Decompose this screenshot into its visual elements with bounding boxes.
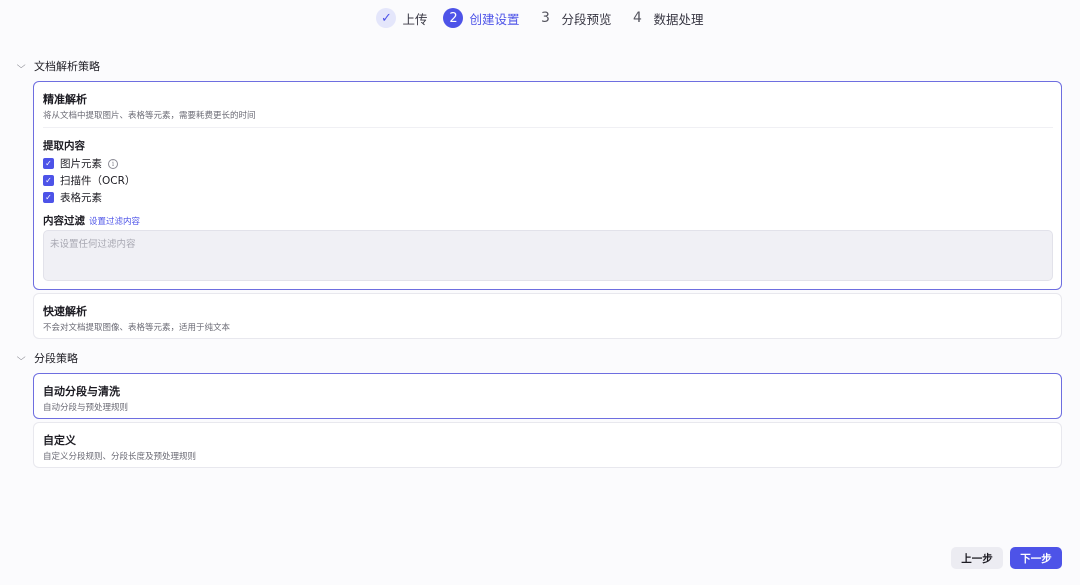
segment-section-header[interactable]: ⌵ 分段策略	[16, 350, 78, 366]
step-create-settings[interactable]: 2 创建设置	[443, 8, 520, 28]
step-label: 创建设置	[469, 11, 520, 27]
step-label: 数据处理	[653, 11, 704, 27]
option-description: 不会对文档提取图像、表格等元素，适用于纯文本	[43, 323, 231, 333]
parse-section-header[interactable]: ⌵ 文档解析策略	[16, 58, 100, 74]
section-title: 文档解析策略	[34, 60, 100, 73]
option-description: 自动分段与预处理规则	[43, 403, 129, 413]
option-description: 自定义分段规则、分段长度及预处理规则	[43, 452, 197, 462]
chevron-down-icon: ⌵	[16, 61, 26, 71]
custom-segment-option[interactable]: 自定义 自定义分段规则、分段长度及预处理规则	[33, 422, 1062, 468]
section-title: 分段策略	[34, 352, 78, 365]
step-segment-preview[interactable]: 3 分段预览	[536, 8, 612, 28]
content-filter-box[interactable]: 未设置任何过滤内容	[43, 230, 1053, 281]
fast-parse-option[interactable]: 快速解析 不会对文档提取图像、表格等元素，适用于纯文本	[33, 293, 1062, 339]
checkbox-label: 扫描件（OCR）	[60, 175, 136, 187]
extract-content-title: 提取内容	[43, 140, 85, 152]
checkbox-checked-icon[interactable]: ✓	[43, 175, 54, 186]
step-number: 2	[443, 8, 464, 28]
option-title: 自定义	[43, 434, 76, 447]
info-icon[interactable]: i	[108, 158, 118, 169]
auto-segment-option[interactable]: 自动分段与清洗 自动分段与预处理规则	[33, 373, 1062, 419]
step-data-processing[interactable]: 4 数据处理	[628, 8, 704, 28]
check-icon: ✓	[376, 8, 397, 28]
option-description: 将从文档中提取图片、表格等元素，需要耗费更长的时间	[43, 111, 256, 121]
checkbox-checked-icon[interactable]: ✓	[43, 192, 54, 203]
chevron-down-icon: ⌵	[16, 353, 26, 363]
checkbox-table-elements[interactable]: ✓ 表格元素	[43, 190, 102, 205]
checkbox-checked-icon[interactable]: ✓	[43, 158, 54, 169]
set-filter-link[interactable]: 设置过滤内容	[89, 215, 140, 227]
step-number: 3	[541, 10, 550, 26]
checkbox-label: 图片元素	[60, 158, 102, 170]
option-title: 精准解析	[43, 93, 87, 106]
divider	[43, 127, 1053, 128]
filter-placeholder: 未设置任何过滤内容	[50, 239, 136, 250]
option-title: 快速解析	[43, 305, 87, 318]
step-number: 4	[633, 10, 642, 26]
next-step-button[interactable]: 下一步	[1010, 547, 1062, 569]
checkbox-ocr[interactable]: ✓ 扫描件（OCR）	[43, 173, 135, 188]
checkbox-label: 表格元素	[60, 192, 102, 204]
content-filter-title: 内容过滤	[43, 215, 85, 227]
option-title: 自动分段与清洗	[43, 385, 120, 398]
precise-parse-option[interactable]: 精准解析 将从文档中提取图片、表格等元素，需要耗费更长的时间 提取内容 ✓ 图片…	[33, 81, 1062, 290]
checkbox-image-elements[interactable]: ✓ 图片元素 i	[43, 156, 118, 171]
step-label: 上传	[402, 11, 428, 27]
stepper: ✓ 上传 2 创建设置 3 分段预览 4 数据处理	[0, 8, 1080, 28]
step-label: 分段预览	[561, 11, 612, 27]
content-filter-row: 内容过滤 设置过滤内容	[43, 213, 140, 228]
step-upload[interactable]: ✓ 上传	[376, 8, 427, 28]
previous-step-button[interactable]: 上一步	[951, 547, 1003, 569]
